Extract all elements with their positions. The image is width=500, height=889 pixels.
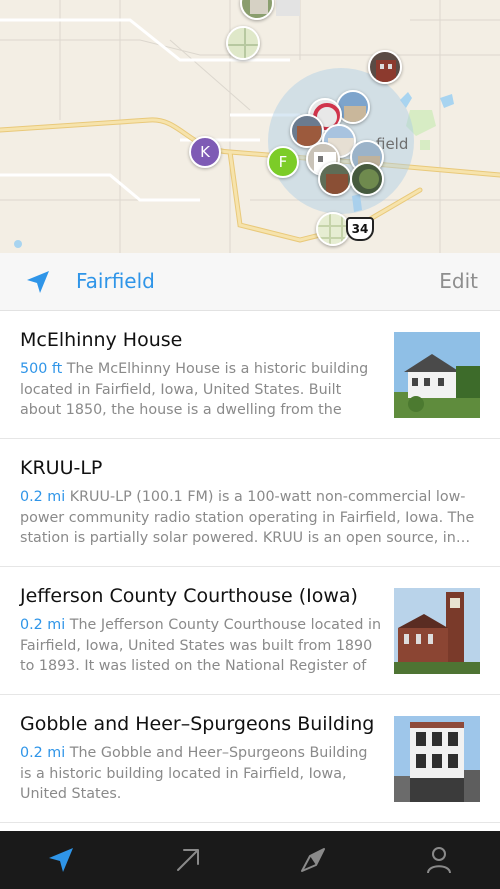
item-thumbnail — [394, 332, 480, 418]
location-arrow-icon[interactable] — [24, 268, 52, 296]
item-description: 0.2 mi The Jefferson County Courthouse l… — [20, 615, 382, 677]
compass-icon[interactable] — [298, 845, 328, 875]
item-thumbnail — [394, 588, 480, 674]
location-title[interactable]: Fairfield — [76, 269, 155, 293]
list-item[interactable]: Gobble and Heer–Spurgeons Building 0.2 m… — [0, 695, 500, 823]
highway-shield: 34 — [346, 217, 374, 241]
tab-bar — [0, 831, 500, 889]
item-title: Jefferson County Courthouse (Iowa) — [20, 585, 358, 607]
arrow-up-right-icon[interactable] — [173, 845, 203, 875]
map-photo-pin[interactable] — [350, 162, 384, 196]
item-title: McElhinny House — [20, 329, 183, 351]
map-view[interactable]: field K F 34 — [0, 0, 500, 253]
list-item[interactable]: KRUU-LP 0.2 mi KRUU-LP (100.1 FM) is a 1… — [0, 439, 500, 567]
map-photo-pin[interactable] — [318, 162, 352, 196]
places-list: McElhinny House 500 ft The McElhinny Hou… — [0, 311, 500, 823]
map-photo-pin[interactable] — [368, 50, 402, 84]
item-description: 500 ft The McElhinny House is a historic… — [20, 359, 382, 421]
item-distance: 500 ft — [20, 361, 63, 377]
map-pin-k[interactable]: K — [189, 136, 221, 168]
list-item[interactable]: Jefferson County Courthouse (Iowa) 0.2 m… — [0, 567, 500, 695]
location-arrow-icon[interactable] — [46, 845, 76, 875]
map-photo-pin[interactable] — [226, 26, 260, 60]
item-summary: The Jefferson County Courthouse located … — [20, 617, 381, 674]
list-item[interactable]: McElhinny House 500 ft The McElhinny Hou… — [0, 311, 500, 439]
item-summary: The McElhinny House is a historic buildi… — [20, 361, 369, 418]
map-pin-f[interactable]: F — [267, 146, 299, 178]
item-distance: 0.2 mi — [20, 489, 66, 505]
item-description: 0.2 mi The Gobble and Heer–Spurgeons Bui… — [20, 743, 382, 805]
item-title: KRUU-LP — [20, 457, 103, 479]
item-title: Gobble and Heer–Spurgeons Building — [20, 713, 375, 735]
person-icon[interactable] — [424, 845, 454, 875]
item-distance: 0.2 mi — [20, 617, 66, 633]
edit-button[interactable]: Edit — [439, 269, 478, 293]
item-distance: 0.2 mi — [20, 745, 66, 761]
map-photo-pin[interactable] — [316, 212, 350, 246]
item-thumbnail — [394, 716, 480, 802]
app-screen: field K F 34 Fairfield Edit McElhinny Ho… — [0, 0, 500, 889]
item-description: 0.2 mi KRUU-LP (100.1 FM) is a 100-watt … — [20, 487, 480, 549]
item-summary: KRUU-LP (100.1 FM) is a 100-watt non-com… — [20, 489, 475, 546]
location-header: Fairfield Edit — [0, 253, 500, 311]
item-summary: The Gobble and Heer–Spurgeons Building i… — [20, 745, 368, 802]
